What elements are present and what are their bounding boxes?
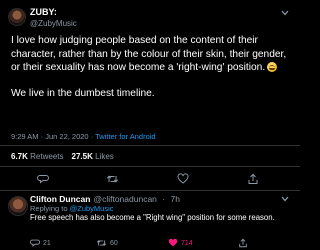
tweet-stats: 6.7K Retweets 27.5K Likes [11, 152, 114, 161]
tweet-paragraph-2: We live in the dumbest timeline. [11, 87, 155, 99]
reply-retweet-action[interactable]: 60 [96, 237, 118, 249]
reply-like-action[interactable]: 714 [168, 237, 193, 249]
share-icon [239, 238, 247, 248]
reply-age: 7h [170, 194, 180, 204]
divider [0, 145, 300, 146]
reply-action-bar: 21 60 714 [30, 237, 290, 249]
laughing-face-emoji-icon [267, 62, 278, 72]
replying-to-mention[interactable]: @ZubyMusic [70, 204, 114, 213]
tweet-paragraph-1: I love how judging people based on the c… [11, 34, 293, 75]
retweet-icon [96, 240, 107, 246]
reply-text: Free speech has also become a "Right win… [30, 213, 275, 222]
reply-share-action[interactable] [238, 237, 248, 249]
reply-reply-action[interactable]: 21 [30, 237, 51, 249]
author-handle[interactable]: @ZubyMusic [30, 19, 77, 28]
likes-count: 27.5K [71, 152, 93, 161]
tweet-text-1: I love how judging people based on the c… [11, 35, 287, 73]
retweets-count: 6.7K [11, 152, 28, 161]
likes-stat[interactable]: 27.5K Likes [72, 152, 114, 161]
reply-icon[interactable] [36, 172, 50, 186]
replying-to: Replying to @ZubyMusic [30, 204, 114, 213]
likes-label: Likes [95, 152, 114, 161]
avatar[interactable] [8, 8, 26, 26]
reply-author-name[interactable]: Clifton Duncan [30, 194, 90, 204]
heart-filled-icon [168, 238, 178, 247]
share-icon[interactable] [246, 172, 260, 186]
reply-avatar[interactable] [8, 196, 28, 216]
reply-separator: · [162, 194, 166, 204]
meta-separator-2: · [90, 132, 94, 141]
tweet-action-bar [0, 172, 300, 188]
replying-to-label: Replying to [30, 204, 68, 213]
retweets-stat[interactable]: 6.7K Retweets [11, 152, 64, 161]
meta-separator: · [40, 132, 44, 141]
reply-more-chevron-icon[interactable] [280, 195, 290, 203]
tweet-source-link[interactable]: Twitter for Android [95, 132, 155, 141]
reply-tweet[interactable]: Clifton Duncan @cliftonaduncan · 7h Reply… [0, 190, 300, 250]
tweet-body: I love how judging people based on the c… [11, 34, 293, 112]
more-options-chevron-icon[interactable] [280, 9, 290, 17]
reply-reply-count: 21 [43, 239, 51, 247]
reply-author-handle[interactable]: @cliftonaduncan [93, 194, 156, 204]
reply-like-count: 714 [181, 239, 193, 247]
divider [0, 166, 300, 167]
reply-author-line: Clifton Duncan @cliftonaduncan · 7h [30, 194, 180, 204]
like-heart-icon[interactable] [176, 172, 190, 186]
reply-retweet-count: 60 [110, 239, 118, 247]
tweet-time[interactable]: 9:29 AM [11, 132, 39, 141]
retweet-icon[interactable] [105, 172, 119, 186]
reply-icon [30, 239, 40, 247]
retweets-label: Retweets [30, 152, 64, 161]
tweet-date[interactable]: Jun 22, 2020 [45, 132, 88, 141]
tweet-timestamp: 9:29 AM · Jun 22, 2020 · Twitter for And… [11, 132, 156, 141]
author-name[interactable]: ZUBY: [30, 7, 57, 17]
